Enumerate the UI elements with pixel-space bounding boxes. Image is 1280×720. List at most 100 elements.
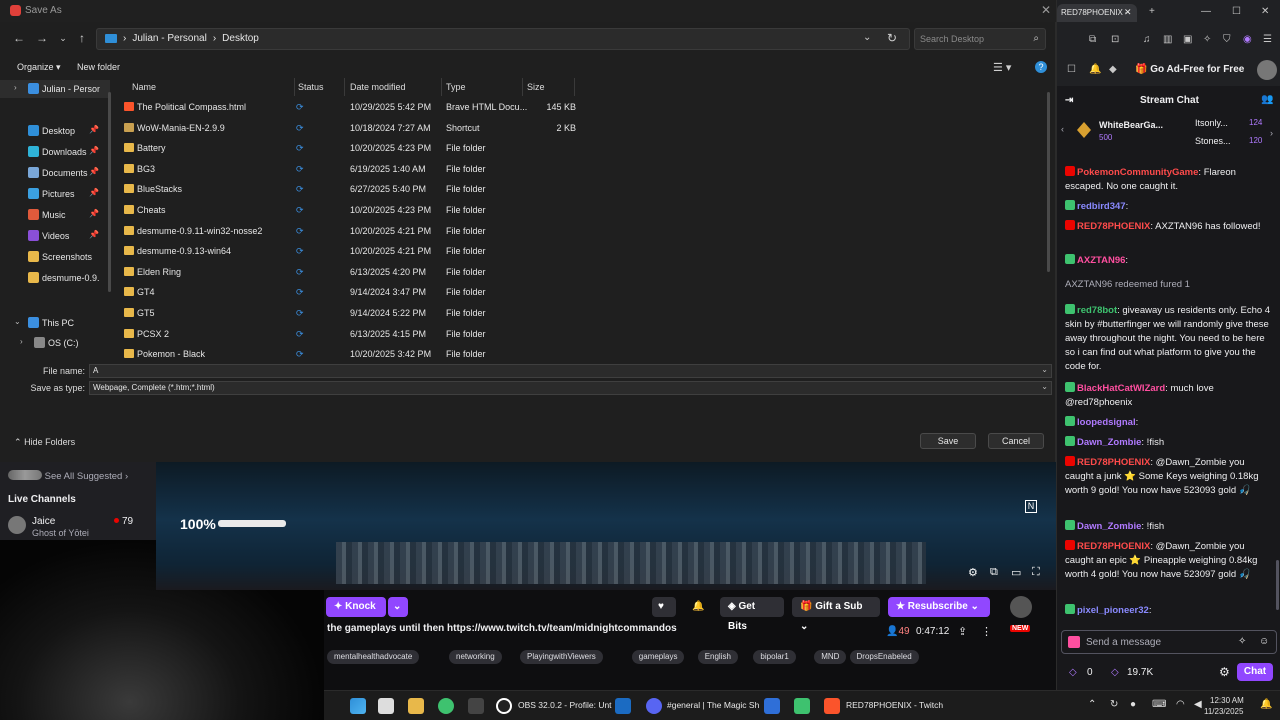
column-separator[interactable] — [574, 78, 575, 96]
stream-video[interactable]: 100% N ⚙ ⧉ ▭ ⛶ — [156, 462, 1056, 590]
chat-username[interactable]: Dawn_Zombie — [1077, 521, 1141, 532]
file-row[interactable]: desmume-0.9.11-win32-nosse2 ⟳ 10/20/2025 4… — [116, 221, 576, 241]
cancel-button[interactable]: Cancel — [988, 433, 1044, 449]
nav-item[interactable]: Documents 📌 — [0, 164, 110, 182]
get-bits-button[interactable]: ◈ Get Bits — [720, 597, 784, 632]
chat-username[interactable]: pixel_pioneer32 — [1077, 605, 1149, 616]
knock-dropdown-button[interactable]: ⌄ — [388, 597, 408, 617]
avatar[interactable] — [1010, 596, 1032, 618]
clip-icon[interactable]: ⧉ — [990, 566, 998, 579]
whispers-icon[interactable]: ☐ — [1067, 64, 1076, 75]
knock-button[interactable]: ✦ Knock — [326, 597, 386, 617]
notepad-icon[interactable] — [764, 698, 780, 714]
chat-username[interactable]: BlackHatCatWIZard — [1077, 383, 1165, 394]
chat-username[interactable]: loopedsignal — [1077, 417, 1136, 428]
column-separator[interactable] — [441, 78, 442, 96]
live-channel-item[interactable]: Jaice Ghost of Yōtei 79 — [8, 514, 154, 538]
collapse-chat-icon[interactable]: ⇥ — [1065, 95, 1073, 106]
file-row[interactable]: Pokemon - Black ⟳ 10/20/2025 3:42 PM File f… — [116, 344, 576, 358]
shield-icon[interactable]: ⛉ — [1223, 34, 1231, 45]
expand-chevron-icon[interactable]: › — [14, 83, 17, 92]
search-input[interactable]: Search Desktop ⌕ — [914, 28, 1046, 50]
resubscribe-button[interactable]: ★ Resubscribe ⌄ — [888, 597, 990, 617]
users-icon[interactable]: 👥 — [1261, 94, 1273, 105]
file-list-scrollbar[interactable] — [1047, 92, 1050, 272]
nav-item[interactable]: › Julian - Persona — [0, 80, 110, 98]
bell-icon[interactable]: 🔔 — [688, 597, 710, 617]
nav-scrollbar[interactable] — [108, 92, 111, 292]
column-separator[interactable] — [294, 78, 295, 96]
filename-input[interactable]: A ⌄ — [89, 364, 1052, 378]
tag-pill[interactable]: gameplays — [631, 650, 685, 664]
close-window-icon[interactable]: ✕ — [1261, 6, 1269, 17]
nav-item[interactable]: Music 📌 — [0, 206, 110, 224]
avatar[interactable] — [1257, 60, 1277, 80]
tray-chevron-icon[interactable]: ⌃ — [1088, 699, 1096, 710]
chat-username[interactable]: red78bot — [1077, 305, 1117, 316]
column-header-date[interactable]: Date modified — [350, 82, 406, 92]
nav-item[interactable]: Desktop 📌 — [0, 122, 110, 140]
puzzle-icon[interactable]: ✧ — [1203, 34, 1211, 45]
tag-pill[interactable]: MND — [814, 650, 847, 664]
view-options-icon[interactable]: ☰ ▾ — [993, 61, 1011, 74]
new-folder-button[interactable]: New folder — [77, 62, 120, 72]
chat-username[interactable]: RED78PHOENIX — [1077, 221, 1150, 232]
expand-chevron-icon[interactable]: ⌄ — [14, 317, 21, 326]
chevron-left-icon[interactable]: ‹ — [1061, 124, 1064, 134]
discord-icon[interactable] — [646, 698, 662, 714]
new-tab-icon[interactable]: + — [1149, 6, 1155, 17]
recent-chevron-icon[interactable]: ⌄ — [56, 31, 70, 45]
save-type-dropdown-icon[interactable]: ⌄ — [1041, 382, 1048, 391]
chevron-right-icon[interactable]: › — [1270, 128, 1273, 138]
nav-item[interactable]: Screenshots — [0, 248, 110, 266]
chat-username[interactable]: Dawn_Zombie — [1077, 437, 1141, 448]
share-icon[interactable]: ⇪ — [958, 625, 967, 638]
file-row[interactable]: WoW-Mania-EN-2.9.9 ⟳ 10/18/2024 7:27 AM Sho… — [116, 118, 576, 138]
file-row[interactable]: BlueStacks ⟳ 6/27/2025 5:40 PM File folder — [116, 179, 576, 199]
extension-icon[interactable]: ⧉ — [1089, 34, 1096, 45]
see-all-suggested-link[interactable]: See All Suggested › — [8, 470, 128, 482]
filename-dropdown-icon[interactable]: ⌄ — [1041, 365, 1048, 374]
task-view-icon[interactable] — [378, 698, 394, 714]
taskbar-obs-label[interactable]: OBS 32.0.2 - Profile: Unt — [518, 700, 612, 710]
back-arrow-icon[interactable]: ← — [12, 31, 26, 45]
file-explorer-icon[interactable] — [408, 698, 424, 714]
chat-input[interactable]: Send a message ✧ ☺ — [1061, 630, 1277, 654]
settings-gear-icon[interactable]: ⚙ — [968, 566, 978, 579]
address-bar[interactable]: › Julian - Personal › Desktop ⌄ ↻ — [96, 28, 910, 50]
leo-icon[interactable]: ◉ — [1243, 34, 1252, 45]
keyboard-icon[interactable]: ⌨ — [1152, 699, 1166, 710]
maximize-icon[interactable]: ☐ — [1232, 6, 1241, 17]
column-header-name[interactable]: Name — [132, 82, 156, 92]
steam-dots-icon[interactable] — [468, 698, 484, 714]
prime-icon[interactable]: ◆ — [1109, 64, 1117, 75]
help-icon[interactable]: ? — [1035, 61, 1047, 73]
column-separator[interactable] — [344, 78, 345, 96]
forward-arrow-icon[interactable]: → — [35, 31, 49, 45]
column-header-size[interactable]: Size — [527, 82, 545, 92]
minecraft-icon[interactable] — [794, 698, 810, 714]
file-row[interactable]: GT4 ⟳ 9/14/2024 3:47 PM File folder — [116, 282, 576, 302]
wifi-icon[interactable]: ◠ — [1176, 699, 1185, 710]
taskbar-discord-label[interactable]: #general | The Magic Sh — [667, 700, 759, 710]
tray-mic-icon[interactable]: ● — [1130, 699, 1136, 710]
column-separator[interactable] — [522, 78, 523, 96]
tag-pill[interactable]: DropsEnabeled — [849, 650, 919, 664]
chat-username[interactable]: PokemonCommunityGame — [1077, 167, 1198, 178]
more-options-icon[interactable]: ⋮ — [981, 625, 992, 638]
nav-item[interactable]: ⌄ This PC — [0, 314, 110, 332]
organize-button[interactable]: Organize ▾ — [17, 62, 61, 73]
close-icon[interactable]: ✕ — [1124, 7, 1132, 18]
column-header-type[interactable]: Type — [446, 82, 466, 92]
up-arrow-icon[interactable]: ↑ — [75, 31, 89, 45]
breadcrumb-item[interactable]: Desktop — [222, 33, 259, 44]
volume-icon[interactable]: ◀ — [1194, 699, 1202, 710]
tray-sync-icon[interactable]: ↻ — [1110, 699, 1118, 710]
address-dropdown-icon[interactable]: ⌄ — [863, 32, 871, 43]
chat-username[interactable]: RED78PHOENIX — [1077, 457, 1150, 468]
channel-points-icon[interactable]: ◇ — [1069, 667, 1077, 678]
sidebar-icon[interactable]: ▥ — [1163, 34, 1172, 45]
column-header-status[interactable]: Status — [298, 82, 324, 92]
tag-pill[interactable]: PlayingwithViewers — [520, 650, 603, 664]
minimize-icon[interactable]: — — [1201, 6, 1211, 17]
